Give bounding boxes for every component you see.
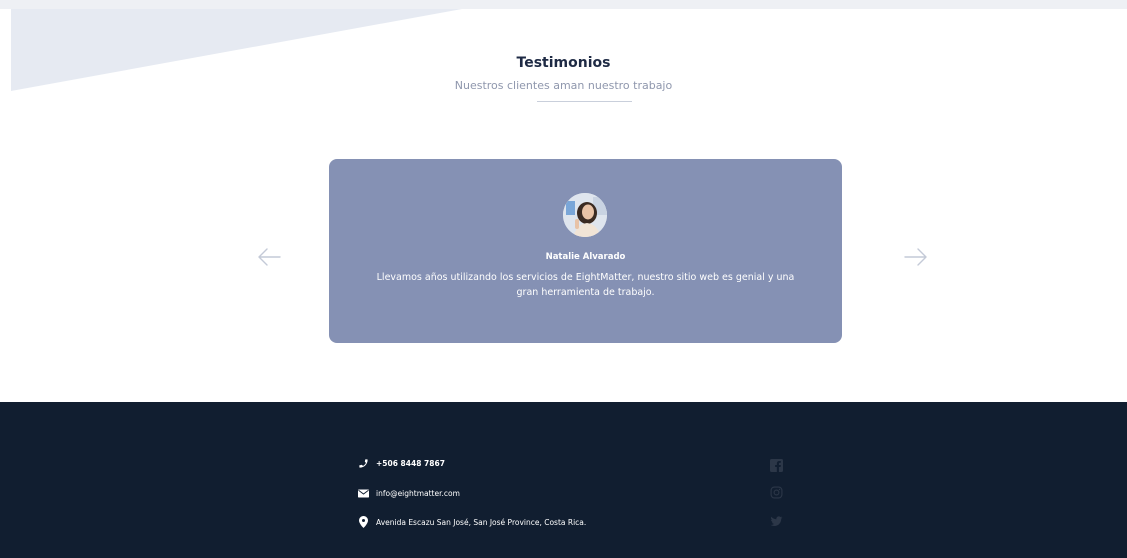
avatar-photo: [563, 193, 607, 237]
contact-address[interactable]: Avenida Escazu San José, San José Provin…: [357, 516, 586, 528]
section-subtitle: Nuestros clientes aman nuestro trabajo: [454, 79, 673, 92]
testimonial-card: Natalie Alvarado Llevamos años utilizand…: [329, 159, 842, 343]
contact-phone[interactable]: +506 8448 7867: [357, 457, 445, 469]
contact-email[interactable]: info@eightmatter.com: [357, 487, 460, 499]
avatar: [563, 193, 607, 237]
street-address: Avenida Escazu San José, San José Provin…: [376, 517, 587, 527]
envelope-icon: [357, 487, 370, 499]
footer: +506 8448 7867 info@eightmatter.com Aven…: [0, 402, 1127, 558]
instagram-icon: [770, 486, 783, 499]
twitter-icon: [770, 516, 783, 526]
arrow-right-icon: [904, 248, 927, 266]
twitter-link[interactable]: [770, 515, 783, 528]
instagram-link[interactable]: [770, 486, 783, 499]
next-testimonial-button[interactable]: [903, 247, 929, 267]
arrow-left-icon: [258, 248, 281, 266]
facebook-link[interactable]: [770, 459, 783, 472]
facebook-icon: [770, 459, 783, 472]
testimonial-author: Natalie Alvarado: [545, 252, 626, 262]
phone-icon: [357, 457, 370, 469]
title-divider: [537, 101, 632, 102]
email-address: info@eightmatter.com: [376, 488, 460, 498]
phone-number: +506 8448 7867: [376, 458, 445, 468]
map-pin-icon: [357, 516, 370, 528]
testimonial-quote: Llevamos años utilizando los servicios d…: [376, 272, 795, 298]
section-title: Testimonios: [516, 55, 611, 71]
prev-testimonial-button[interactable]: [256, 247, 282, 267]
